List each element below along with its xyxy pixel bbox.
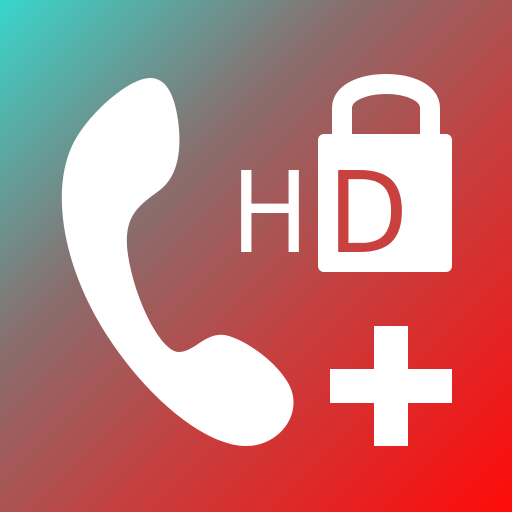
app-icon: H D — [0, 0, 512, 512]
hd-letter-d: D — [328, 149, 408, 279]
app-icon-graphic: H D — [61, 74, 452, 447]
plus-icon — [330, 326, 452, 446]
hd-letter-h: H — [231, 149, 309, 279]
